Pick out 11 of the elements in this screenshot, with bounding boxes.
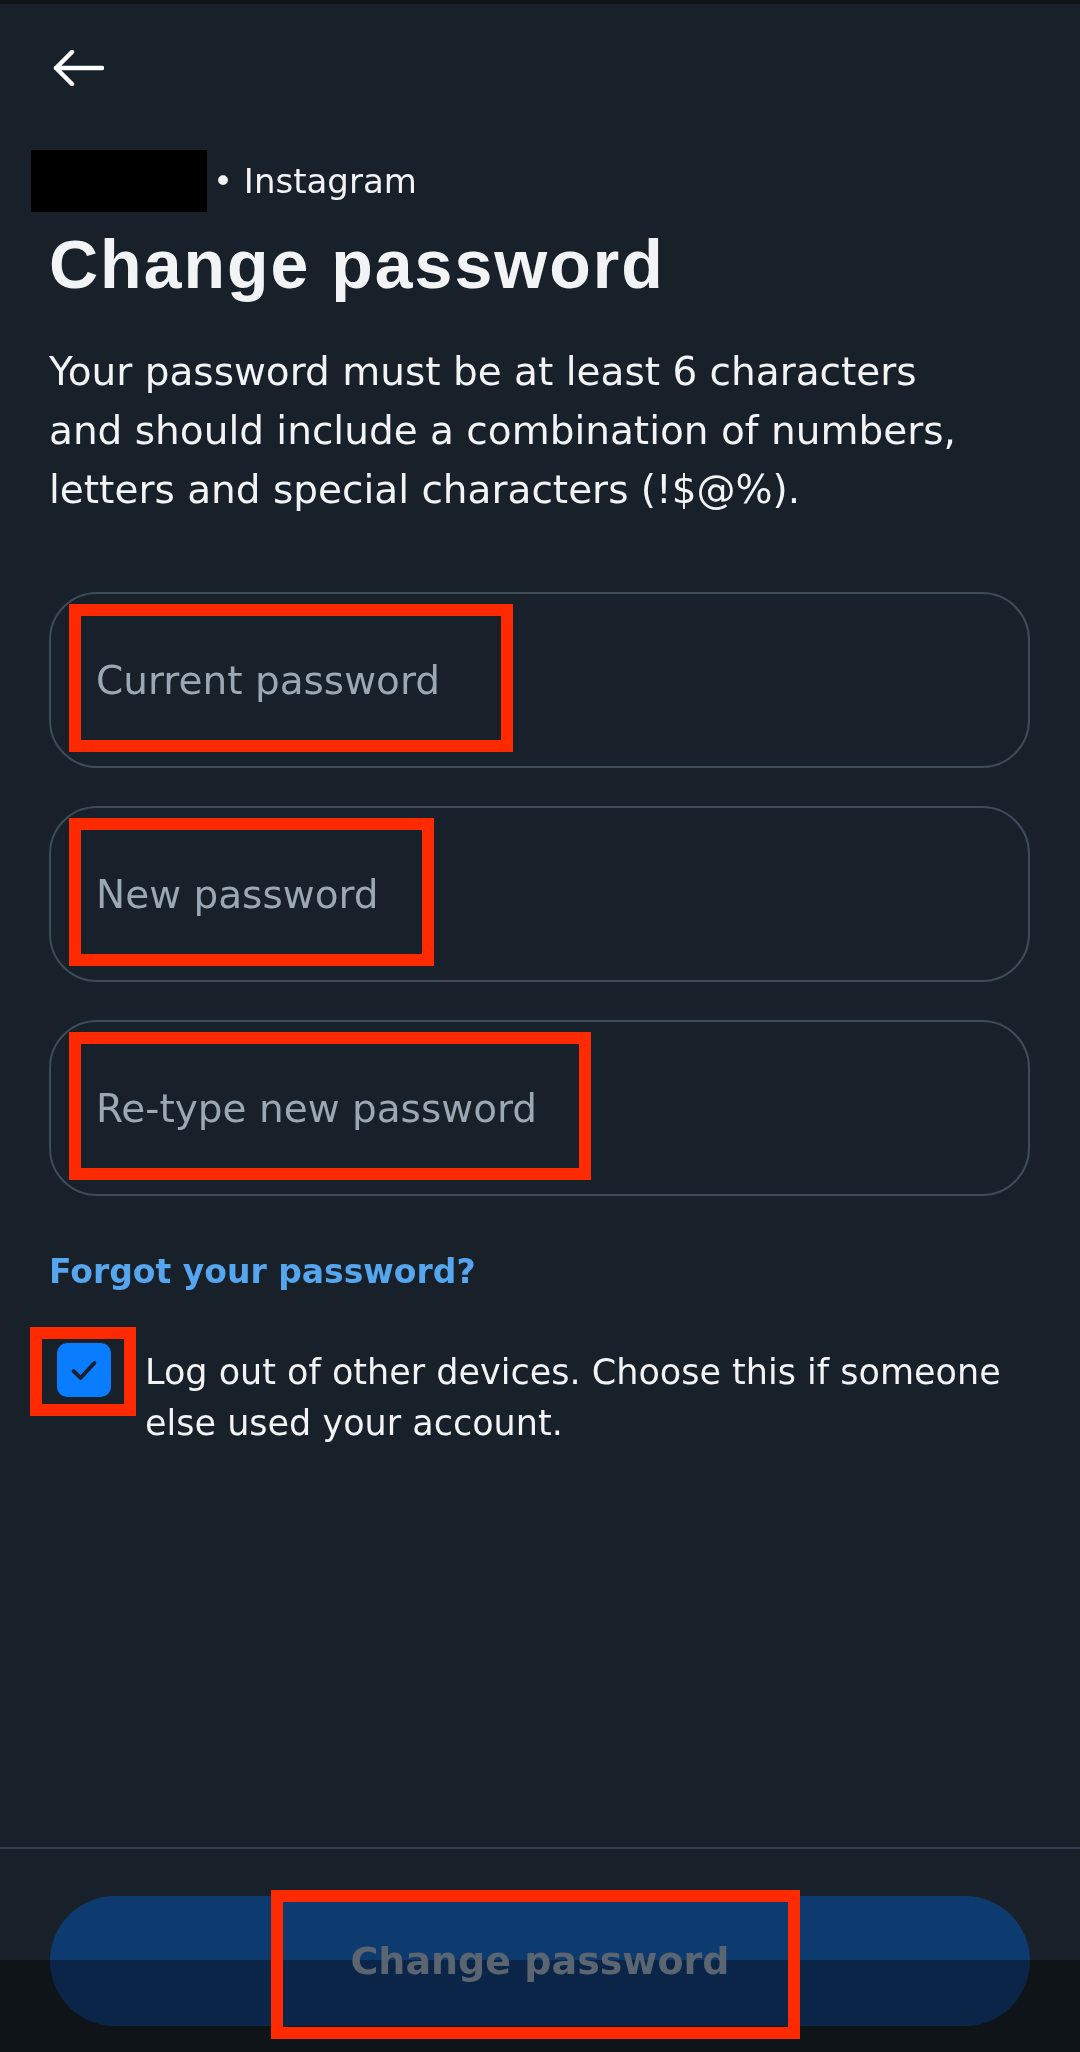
back-icon[interactable] xyxy=(52,50,104,86)
page-title: Change password xyxy=(49,225,665,304)
password-field[interactable]: Re-type new password xyxy=(49,1020,1030,1196)
checkbox[interactable] xyxy=(57,1343,111,1397)
password-field[interactable]: Current password xyxy=(49,592,1030,768)
check-icon xyxy=(70,1358,98,1382)
logout-option-label: Log out of other devices. Choose this if someone else used your account. xyxy=(145,1351,1002,1445)
forgot-password-link[interactable]: Forgot your password? xyxy=(49,1250,476,1294)
account-label: • Instagram xyxy=(213,160,417,203)
password-field[interactable]: New password xyxy=(49,806,1030,982)
description-text: Your password must be at least 6 characters and should include a combination of numbers, letters and special characters (!$@%). xyxy=(49,348,957,514)
